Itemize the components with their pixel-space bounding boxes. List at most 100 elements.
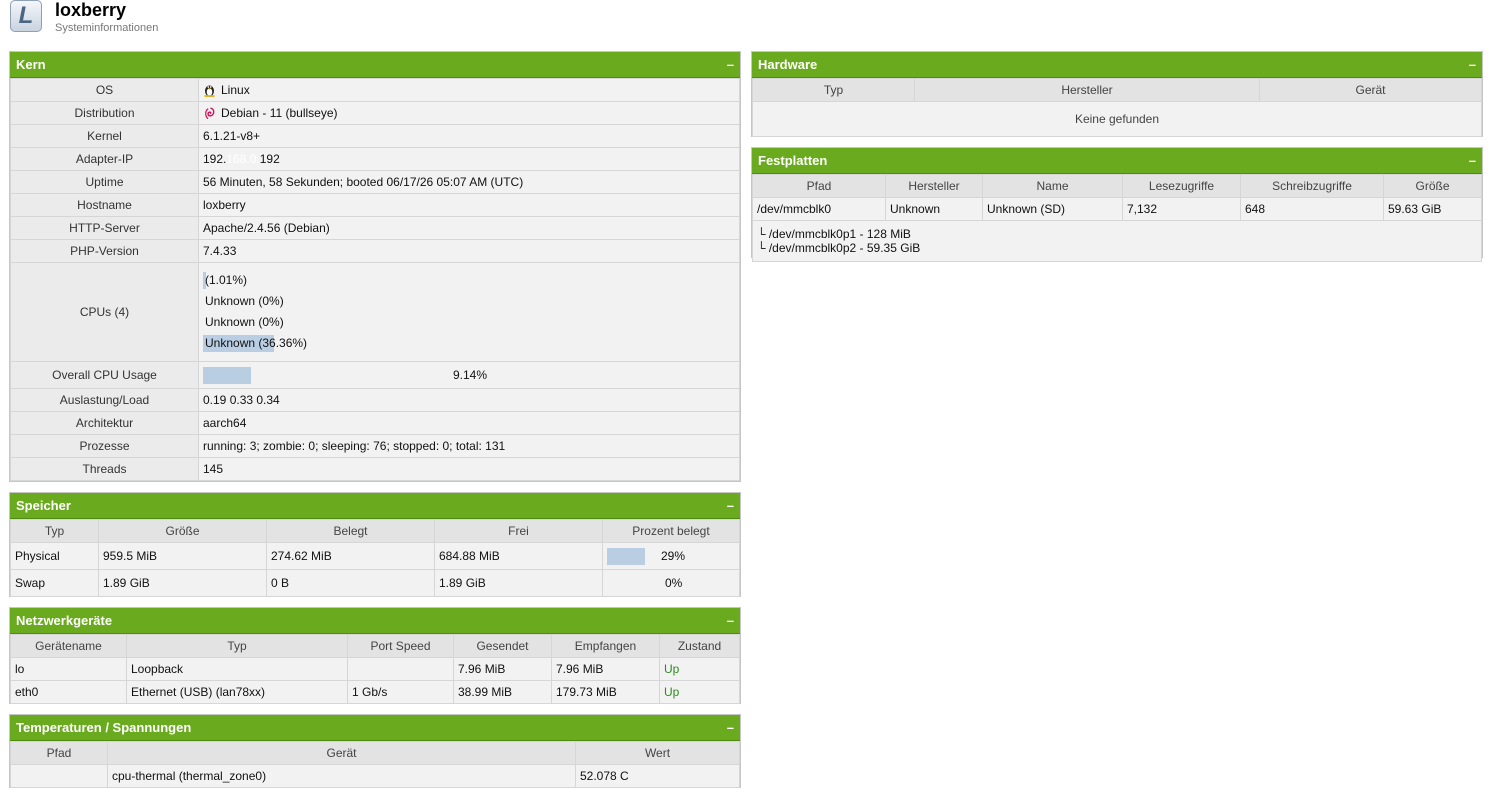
arch-value: aarch64 bbox=[198, 411, 740, 435]
table-row: Physical 959.5 MiB 274.62 MiB 684.88 MiB… bbox=[10, 542, 740, 570]
memory-percent: 29% bbox=[602, 542, 740, 570]
column-header[interactable]: Typ bbox=[126, 634, 348, 658]
column-header[interactable]: Gesendet bbox=[453, 634, 552, 658]
table-row: OS Linux bbox=[10, 78, 740, 102]
table-row: lo Loopback 7.96 MiB 7.96 MiB Up bbox=[10, 657, 740, 681]
column-header[interactable]: Wert bbox=[575, 741, 740, 765]
festplatten-panel-header[interactable]: Festplatten – bbox=[752, 148, 1482, 174]
network-received: 7.96 MiB bbox=[551, 657, 660, 681]
column-header[interactable]: Belegt bbox=[266, 519, 435, 543]
row-label: CPUs (4) bbox=[10, 262, 199, 362]
hardware-panel-header[interactable]: Hardware – bbox=[752, 52, 1482, 78]
column-header[interactable]: Schreibzugriffe bbox=[1240, 174, 1384, 198]
panel-title: Kern bbox=[16, 57, 46, 72]
column-header[interactable]: Frei bbox=[434, 519, 603, 543]
column-header[interactable]: Größe bbox=[98, 519, 267, 543]
column-header[interactable]: Zustand bbox=[659, 634, 740, 658]
collapse-toggle-icon[interactable]: – bbox=[727, 715, 734, 741]
row-label: Auslastung/Load bbox=[10, 388, 199, 412]
overall-cpu-bar bbox=[203, 367, 251, 384]
temperaturen-panel: Temperaturen / Spannungen – Pfad Gerät W… bbox=[9, 714, 741, 788]
speicher-table: Typ Größe Belegt Frei Prozent belegt Phy… bbox=[10, 519, 740, 597]
row-label: Overall CPU Usage bbox=[10, 361, 199, 389]
panel-title: Speicher bbox=[16, 498, 71, 513]
table-row: Keine gefunden bbox=[752, 101, 1482, 137]
kern-panel: Kern – OS Linux Distribution Debian - 11… bbox=[9, 51, 741, 482]
cpus-value: (1.01%) Unknown (0%) Unknown (0%) Unknow… bbox=[198, 262, 740, 362]
cpu-usage-line: Unknown (0%) bbox=[205, 294, 284, 308]
column-header[interactable]: Empfangen bbox=[551, 634, 660, 658]
table-row: Architektur aarch64 bbox=[10, 411, 740, 435]
memory-used: 0 B bbox=[266, 569, 435, 597]
cpu-usage-line: Unknown (0%) bbox=[205, 315, 284, 329]
memory-size: 959.5 MiB bbox=[98, 542, 267, 570]
column-header[interactable]: Hersteller bbox=[914, 78, 1260, 102]
netzwerk-panel: Netzwerkgeräte – Gerätename Typ Port Spe… bbox=[9, 607, 741, 704]
os-value: Linux bbox=[198, 78, 740, 102]
speicher-panel-header[interactable]: Speicher – bbox=[10, 493, 740, 519]
adapter-ip-value: 192.168.0.192 bbox=[198, 147, 740, 171]
festplatten-table: Pfad Hersteller Name Lesezugriffe Schrei… bbox=[752, 174, 1482, 262]
column-header[interactable]: Pfad bbox=[752, 174, 886, 198]
table-row: Distribution Debian - 11 (bullseye) bbox=[10, 101, 740, 125]
sensor-device: cpu-thermal (thermal_zone0) bbox=[107, 764, 576, 788]
table-row: cpu-thermal (thermal_zone0) 52.078 C bbox=[10, 764, 740, 788]
table-row: HTTP-Server Apache/2.4.56 (Debian) bbox=[10, 216, 740, 240]
column-header[interactable]: Gerätename bbox=[10, 634, 127, 658]
network-received: 179.73 MiB bbox=[551, 680, 660, 704]
sensor-value: 52.078 C bbox=[575, 764, 740, 788]
column-header[interactable]: Typ bbox=[752, 78, 915, 102]
table-header-row: Typ Größe Belegt Frei Prozent belegt bbox=[10, 519, 740, 543]
table-row: PHP-Version 7.4.33 bbox=[10, 239, 740, 263]
disk-vendor: Unknown bbox=[885, 197, 983, 221]
festplatten-panel: Festplatten – Pfad Hersteller Name Lesez… bbox=[751, 147, 1483, 262]
table-row: Adapter-IP 192.168.0.192 bbox=[10, 147, 740, 171]
disk-reads: 7,132 bbox=[1122, 197, 1241, 221]
table-row: Swap 1.89 GiB 0 B 1.89 GiB 0% bbox=[10, 569, 740, 597]
network-state: Up bbox=[659, 657, 740, 681]
collapse-toggle-icon[interactable]: – bbox=[727, 52, 734, 78]
table-header-row: Typ Hersteller Gerät bbox=[752, 78, 1482, 102]
partition-item: └ /dev/mmcblk0p1 - 128 MiB bbox=[757, 227, 911, 241]
collapse-toggle-icon[interactable]: – bbox=[1469, 52, 1476, 78]
table-row: Hostname loxberry bbox=[10, 193, 740, 217]
column-header[interactable]: Name bbox=[982, 174, 1123, 198]
column-header[interactable]: Pfad bbox=[10, 741, 108, 765]
memory-size: 1.89 GiB bbox=[98, 569, 267, 597]
kern-table: OS Linux Distribution Debian - 11 (bulls… bbox=[10, 78, 740, 481]
kern-panel-header[interactable]: Kern – bbox=[10, 52, 740, 78]
network-sent: 38.99 MiB bbox=[453, 680, 552, 704]
loxberry-logo-icon[interactable]: L bbox=[10, 0, 42, 32]
memory-type: Physical bbox=[10, 542, 99, 570]
row-label: OS bbox=[10, 78, 199, 102]
collapse-toggle-icon[interactable]: – bbox=[1469, 148, 1476, 174]
row-label: HTTP-Server bbox=[10, 216, 199, 240]
column-header[interactable]: Größe bbox=[1383, 174, 1482, 198]
memory-free: 1.89 GiB bbox=[434, 569, 603, 597]
column-header[interactable]: Lesezugriffe bbox=[1122, 174, 1241, 198]
column-header[interactable]: Port Speed bbox=[347, 634, 454, 658]
page-subtitle: Systeminformationen bbox=[55, 22, 159, 34]
collapse-toggle-icon[interactable]: – bbox=[727, 493, 734, 519]
cpu-usage-line: (1.01%) bbox=[203, 272, 248, 289]
column-header[interactable]: Hersteller bbox=[885, 174, 983, 198]
network-sent: 7.96 MiB bbox=[453, 657, 552, 681]
collapse-toggle-icon[interactable]: – bbox=[727, 608, 734, 634]
table-row: Kernel 6.1.21-v8+ bbox=[10, 124, 740, 148]
netzwerk-panel-header[interactable]: Netzwerkgeräte – bbox=[10, 608, 740, 634]
temperaturen-panel-header[interactable]: Temperaturen / Spannungen – bbox=[10, 715, 740, 741]
page-title: loxberry bbox=[55, 0, 127, 20]
overall-cpu-value: 9.14% bbox=[198, 361, 740, 389]
table-row: Auslastung/Load 0.19 0.33 0.34 bbox=[10, 388, 740, 412]
network-device-type: Ethernet (USB) (lan78xx) bbox=[126, 680, 348, 704]
column-header[interactable]: Typ bbox=[10, 519, 99, 543]
network-device-name: eth0 bbox=[10, 680, 127, 704]
column-header[interactable]: Gerät bbox=[1259, 78, 1482, 102]
table-row: eth0 Ethernet (USB) (lan78xx) 1 Gb/s 38.… bbox=[10, 680, 740, 704]
row-label: Distribution bbox=[10, 101, 199, 125]
disk-writes: 648 bbox=[1240, 197, 1384, 221]
column-header[interactable]: Gerät bbox=[107, 741, 576, 765]
network-port-speed bbox=[347, 657, 454, 681]
memory-usage-bar bbox=[607, 548, 645, 565]
column-header[interactable]: Prozent belegt bbox=[602, 519, 740, 543]
